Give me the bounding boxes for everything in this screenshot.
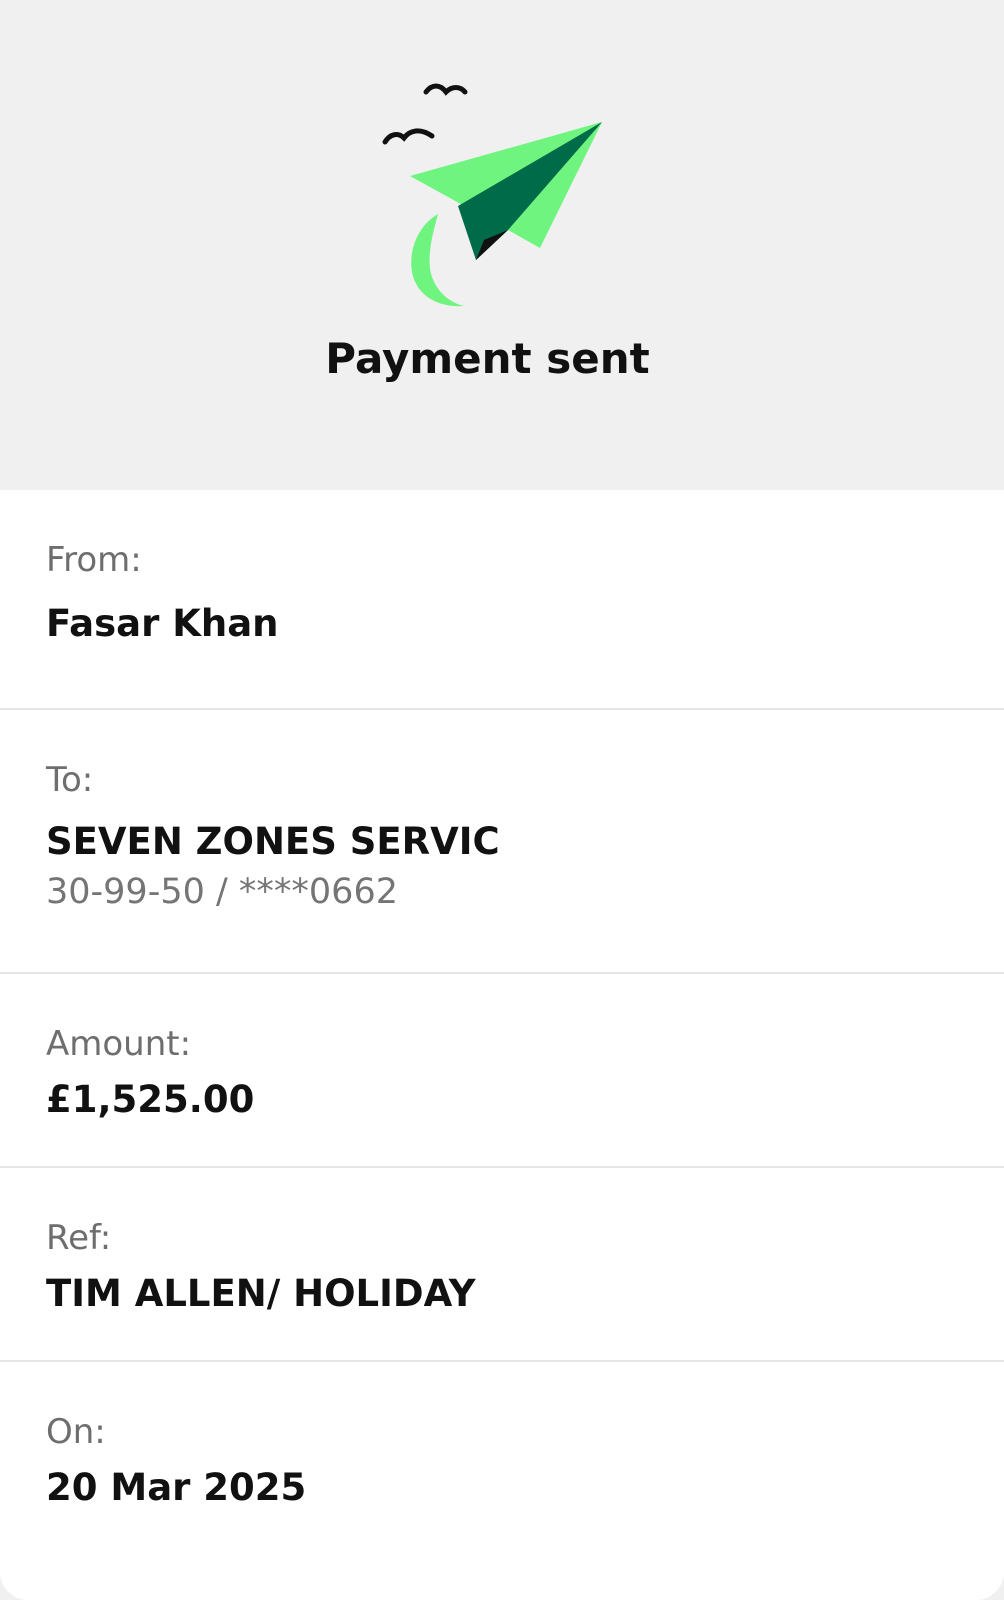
reference-row: Ref: TIM ALLEN/ HOLIDAY xyxy=(0,1168,1004,1362)
from-value: Fasar Khan xyxy=(46,602,279,645)
from-row: From: Fasar Khan xyxy=(0,490,1004,710)
reference-value: TIM ALLEN/ HOLIDAY xyxy=(46,1272,476,1315)
amount-row: Amount: £1,525.00 xyxy=(0,974,1004,1168)
bird-icon xyxy=(423,83,468,96)
date-label: On: xyxy=(46,1412,106,1452)
bird-icon xyxy=(382,128,435,145)
confirmation-header: Payment sent xyxy=(0,0,1004,490)
reference-label: Ref: xyxy=(46,1218,112,1258)
to-label: To: xyxy=(46,760,94,800)
payment-confirmation-screen: Payment sent From: Fasar Khan To: SEVEN … xyxy=(0,0,1004,1600)
trail-swoosh xyxy=(411,214,464,307)
amount-label: Amount: xyxy=(46,1024,192,1064)
paper-plane-with-birds-icon xyxy=(382,83,602,307)
date-value: 20 Mar 2025 xyxy=(46,1466,307,1509)
page-title: Payment sent xyxy=(325,334,650,383)
from-label: From: xyxy=(46,540,142,580)
account-number: 30-99-50 / ****0662 xyxy=(46,872,398,912)
date-row: On: 20 Mar 2025 xyxy=(0,1362,1004,1600)
to-row: To: SEVEN ZONES SERVIC 30-99-50 / ****06… xyxy=(0,710,1004,974)
amount-value: £1,525.00 xyxy=(46,1078,255,1121)
payment-details-card: From: Fasar Khan To: SEVEN ZONES SERVIC … xyxy=(0,490,1004,1600)
to-value: SEVEN ZONES SERVIC xyxy=(46,820,500,863)
